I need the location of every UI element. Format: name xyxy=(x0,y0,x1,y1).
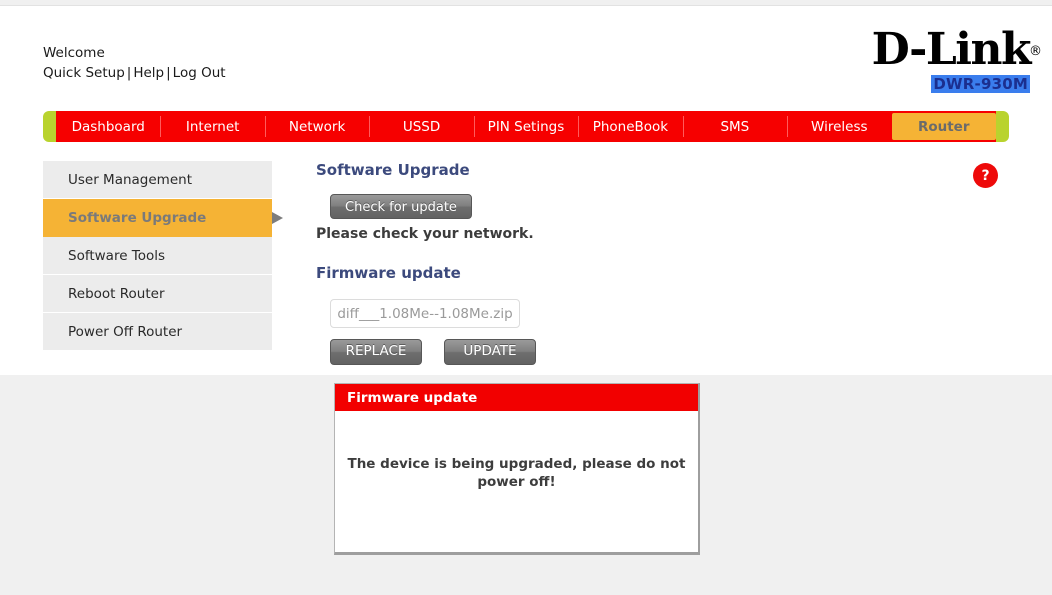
page-header: Welcome Quick Setup | Help | Log Out D-Link ®… xyxy=(0,5,1052,103)
help-icon[interactable]: ? xyxy=(973,163,998,188)
sidebar-item-power-off-router[interactable]: Power Off Router xyxy=(43,313,272,351)
nav-item-sms[interactable]: SMS xyxy=(682,111,787,142)
sidebar-item-software-tools[interactable]: Software Tools xyxy=(43,237,272,275)
firmware-update-title: Firmware update xyxy=(316,264,461,282)
router-admin-page: Welcome Quick Setup | Help | Log Out D-Link ®… xyxy=(0,0,1052,595)
content-area: Software Upgrade Check for update Please… xyxy=(316,160,956,365)
nav-item-dashboard[interactable]: Dashboard xyxy=(56,111,160,142)
modal-message: The device is being upgraded, please do … xyxy=(347,455,686,490)
nav-item-router[interactable]: Router xyxy=(891,113,996,140)
registered-trademark-icon: ® xyxy=(1029,44,1042,59)
link-separator-2: | xyxy=(166,65,171,81)
caret-right-icon xyxy=(272,211,283,224)
sidebar-item-label: Software Upgrade xyxy=(68,209,207,226)
nav-item-phonebook[interactable]: PhoneBook xyxy=(578,111,682,142)
dlink-logo: D-Link ® xyxy=(871,24,1042,75)
welcome-text: Welcome xyxy=(43,45,105,61)
sidebar-item-software-upgrade[interactable]: Software Upgrade xyxy=(43,199,283,237)
firmware-file-field[interactable]: diff___1.08Me--1.08Me.zip xyxy=(330,299,520,328)
help-link[interactable]: Help xyxy=(133,65,164,81)
modal-title: Firmware update xyxy=(335,384,698,411)
replace-button[interactable]: REPLACE xyxy=(330,339,422,365)
sidebar-item-label: User Management xyxy=(68,171,192,188)
sidebar-item-user-management[interactable]: User Management xyxy=(43,161,272,199)
modal-body: The device is being upgraded, please do … xyxy=(335,411,698,552)
sidebar: User Management Software Upgrade Softwar… xyxy=(43,161,283,351)
firmware-action-row: REPLACE UPDATE xyxy=(330,339,956,365)
quick-setup-link[interactable]: Quick Setup xyxy=(43,65,125,81)
sidebar-item-label: Software Tools xyxy=(68,247,166,264)
dlink-logo-text: D-Link xyxy=(871,24,1032,75)
sidebar-item-label: Power Off Router xyxy=(68,323,183,340)
nav-item-network[interactable]: Network xyxy=(264,111,369,142)
firmware-update-modal: Firmware update The device is being upgr… xyxy=(334,383,700,555)
main-navigation-items: Dashboard Internet Network USSD PIN Seti… xyxy=(56,111,996,142)
header-links: Quick Setup | Help | Log Out xyxy=(43,63,226,83)
page-title: Software Upgrade xyxy=(316,161,470,179)
nav-item-wireless[interactable]: Wireless xyxy=(787,111,891,142)
model-badge-wrap: DWR-930M xyxy=(872,73,1030,93)
status-message: Please check your network. xyxy=(316,226,534,242)
sidebar-item-reboot-router[interactable]: Reboot Router xyxy=(43,275,272,313)
update-button[interactable]: UPDATE xyxy=(444,339,536,365)
log-out-link[interactable]: Log Out xyxy=(173,65,226,81)
welcome-block: Welcome Quick Setup | Help | Log Out xyxy=(43,43,226,83)
brand-block: D-Link ® DWR-930M xyxy=(871,24,1042,93)
check-for-update-button[interactable]: Check for update xyxy=(330,194,472,219)
nav-item-internet[interactable]: Internet xyxy=(160,111,264,142)
nav-item-ussd[interactable]: USSD xyxy=(369,111,473,142)
nav-item-pin-setings[interactable]: PIN Setings xyxy=(473,111,578,142)
model-badge: DWR-930M xyxy=(931,75,1030,93)
main-navigation: Dashboard Internet Network USSD PIN Seti… xyxy=(43,111,1009,142)
sidebar-item-label: Reboot Router xyxy=(68,285,165,302)
